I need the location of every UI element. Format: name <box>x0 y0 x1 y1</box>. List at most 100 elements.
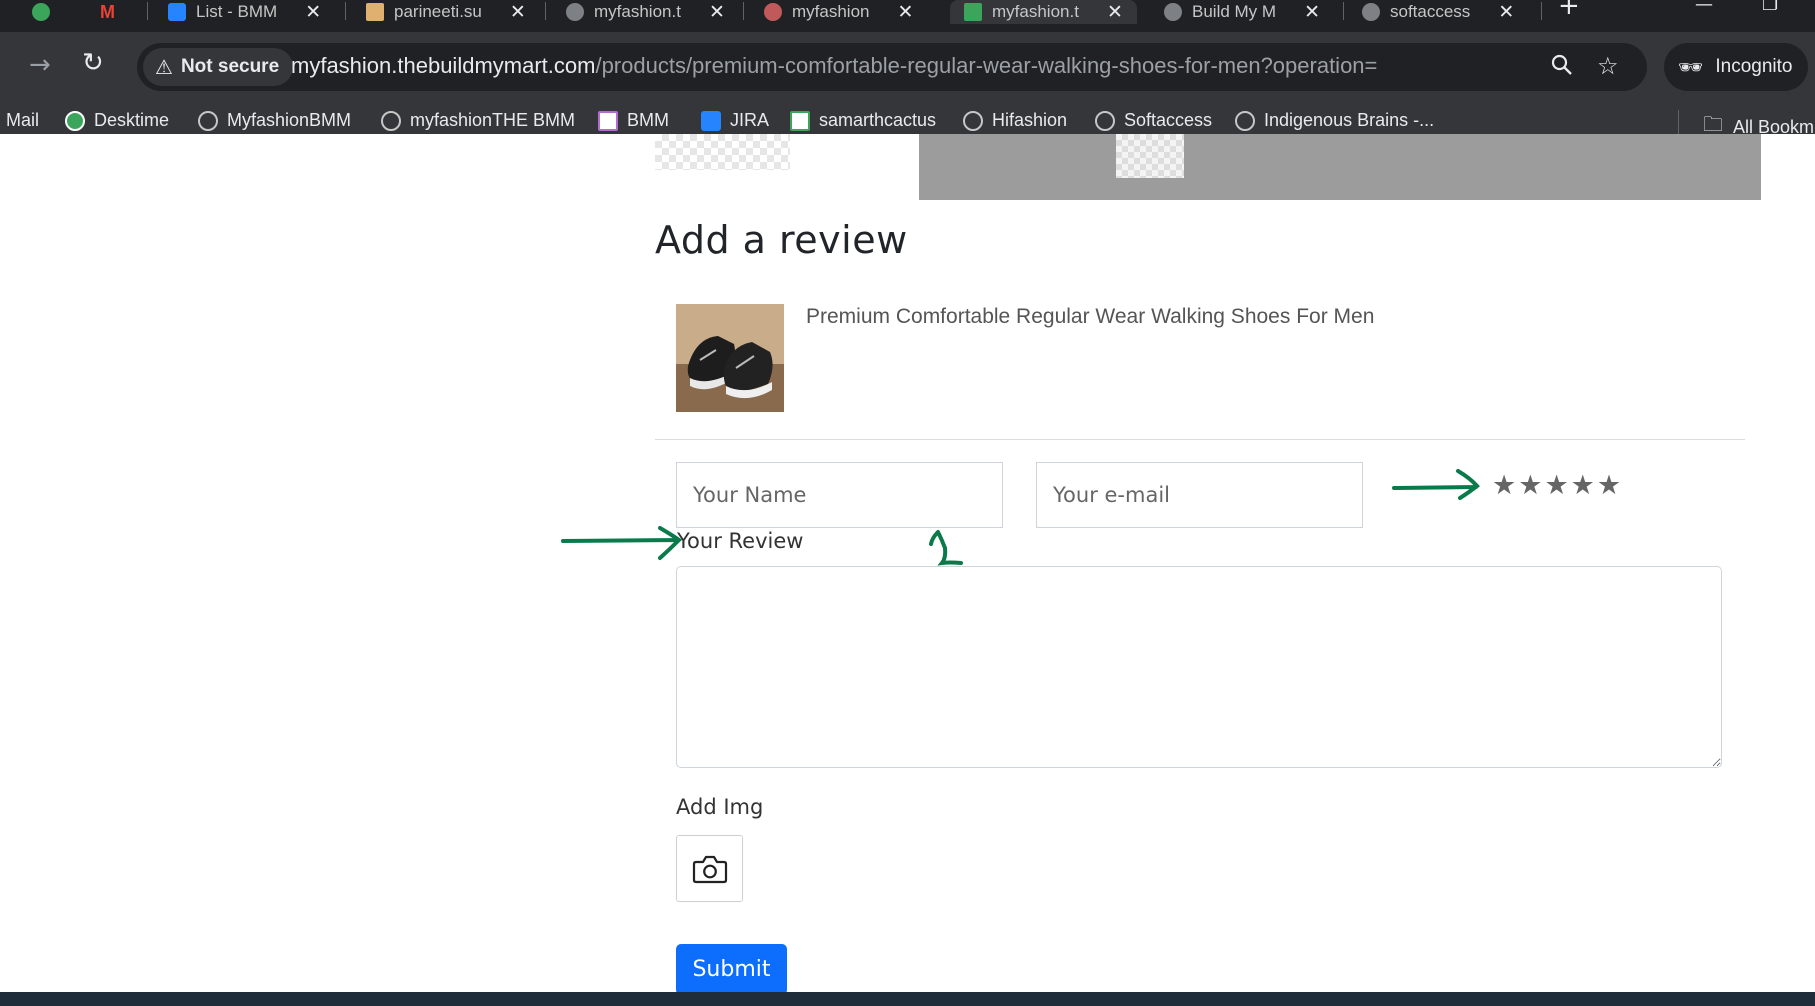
tab-strip: M List - BMM ✕ parineeti.su ✕ myfashion.… <box>0 0 1815 32</box>
globe-icon <box>1235 110 1255 131</box>
warning-icon: ⚠ <box>155 56 173 79</box>
submit-button[interactable]: Submit <box>676 944 787 995</box>
star-bookmark-icon[interactable]: ☆ <box>1597 52 1619 80</box>
tab-myfashion-1[interactable]: myfashion.t ✕ <box>566 0 725 24</box>
bookmark-indigenous-brains[interactable]: Indigenous Brains -... <box>1235 110 1434 131</box>
image-placeholder <box>655 134 790 170</box>
add-image-button[interactable] <box>676 835 743 902</box>
tab-separator <box>147 2 148 20</box>
globe-icon <box>1164 3 1182 21</box>
bookmark-jira[interactable]: JIRA <box>701 110 769 131</box>
globe-icon <box>566 3 584 21</box>
review-textarea[interactable] <box>676 566 1722 768</box>
bookmark-bmm[interactable]: BMM <box>598 110 669 131</box>
jira-icon <box>701 110 721 131</box>
bookmark-softaccess[interactable]: Softaccess <box>1095 110 1212 131</box>
bookmark-myfashion-the-bmm[interactable]: myfashionTHE BMM <box>381 110 575 131</box>
restore-icon[interactable]: ❐ <box>1762 0 1778 15</box>
tab-separator <box>1343 2 1344 20</box>
bookmark-mail[interactable]: Mail <box>6 110 39 131</box>
incognito-label: Incognito <box>1715 56 1793 77</box>
rating-star-2[interactable]: ★ <box>1518 468 1542 504</box>
minimize-icon[interactable]: — <box>1695 0 1713 15</box>
tab-separator <box>743 2 744 20</box>
url-path: /products/premium-comfortable-regular-we… <box>595 53 1378 78</box>
rating-star-1[interactable]: ★ <box>1492 468 1516 504</box>
camera-icon <box>692 855 727 883</box>
bookmark-label: JIRA <box>730 110 770 130</box>
annotation-arrow-up <box>929 530 963 566</box>
tab-myfashion-active[interactable]: myfashion.t ✕ <box>950 0 1137 24</box>
tab-title: myfashion.t <box>594 2 681 21</box>
site-icon <box>32 3 50 21</box>
bookmark-label: Mail <box>6 110 40 130</box>
bookmark-label: MyfashionBMM <box>227 110 352 130</box>
tab-gmail[interactable]: M <box>100 0 115 24</box>
rating-stars: ★ ★ ★ ★ ★ <box>1492 468 1621 504</box>
globe-icon <box>381 110 401 131</box>
add-img-label: Add Img <box>676 795 764 819</box>
tab-title: Build My M <box>1192 2 1277 21</box>
close-icon[interactable]: ✕ <box>1498 1 1514 24</box>
tab-title: myfashion <box>792 2 870 21</box>
product-name: Premium Comfortable Regular Wear Walking… <box>806 305 1375 328</box>
email-input[interactable] <box>1036 462 1363 528</box>
tab-separator <box>545 2 546 20</box>
bmm-icon <box>598 110 618 131</box>
bookmark-label: Desktime <box>94 110 170 130</box>
reload-icon[interactable]: ↻ <box>82 48 104 78</box>
tab-pinned[interactable] <box>32 0 60 24</box>
url-host: myfashion.thebuildmymart.com <box>291 53 596 78</box>
divider <box>655 439 1745 440</box>
tab-parineeti[interactable]: parineeti.su ✕ <box>366 0 526 24</box>
bookmark-label: myfashionTHE BMM <box>410 110 576 130</box>
bookmark-samarthcactus[interactable]: samarthcactus <box>790 110 936 131</box>
bookmark-label: samarthcactus <box>819 110 937 130</box>
name-input[interactable] <box>676 462 1003 528</box>
globe-icon <box>1362 3 1380 21</box>
close-icon[interactable]: ✕ <box>1304 1 1320 24</box>
rating-star-5[interactable]: ★ <box>1597 468 1621 504</box>
review-label: Your Review <box>677 529 804 553</box>
desktime-icon <box>65 110 85 131</box>
site-icon <box>964 3 982 21</box>
new-tab-button[interactable]: + <box>1558 0 1580 21</box>
bookmark-label: Hifashion <box>992 110 1068 130</box>
search-icon[interactable] <box>1550 53 1574 83</box>
close-icon[interactable]: ✕ <box>510 1 526 24</box>
close-icon[interactable]: ✕ <box>1107 1 1123 24</box>
bookmark-hifashion[interactable]: Hifashion <box>963 110 1067 131</box>
cactus-icon <box>790 110 810 131</box>
security-chip-label: Not secure <box>180 56 280 77</box>
page-title: Add a review <box>655 218 908 262</box>
rating-star-3[interactable]: ★ <box>1544 468 1568 504</box>
bookmark-label: Softaccess <box>1124 110 1213 130</box>
tab-separator <box>1541 2 1542 20</box>
tab-title: parineeti.su <box>394 2 482 21</box>
close-icon[interactable]: ✕ <box>897 1 913 24</box>
tab-softaccess[interactable]: softaccess ✕ <box>1362 0 1514 24</box>
bookmark-myfashionbmm[interactable]: MyfashionBMM <box>198 110 351 131</box>
close-icon[interactable]: ✕ <box>709 1 725 24</box>
tab-list-bmm[interactable]: List - BMM ✕ <box>168 0 321 24</box>
product-image <box>676 304 784 412</box>
gmail-icon: M <box>100 1 115 22</box>
security-chip[interactable]: ⚠ Not secure <box>143 48 294 86</box>
url-text[interactable]: myfashion.thebuildmymart.com/products/pr… <box>291 53 1377 79</box>
bookmark-label: BMM <box>627 110 669 130</box>
incognito-indicator[interactable]: 🕶 Incognito <box>1664 43 1808 91</box>
close-icon[interactable]: ✕ <box>305 1 321 24</box>
tab-title: myfashion.t <box>992 2 1079 21</box>
bookmark-desktime[interactable]: Desktime <box>65 110 169 131</box>
globe-icon <box>1095 110 1115 131</box>
jira-icon <box>168 3 186 21</box>
rating-star-4[interactable]: ★ <box>1571 468 1595 504</box>
image-thumbnail <box>1116 134 1184 178</box>
site-icon <box>366 3 384 21</box>
tab-myfashion-2[interactable]: myfashion ✕ <box>764 0 913 24</box>
forward-icon[interactable]: → <box>29 50 51 80</box>
tab-build-my-mart[interactable]: Build My M ✕ <box>1164 0 1320 24</box>
incognito-icon: 🕶 <box>1678 56 1704 79</box>
bookmark-label: Indigenous Brains -... <box>1264 110 1435 130</box>
os-taskbar <box>0 992 1815 1006</box>
